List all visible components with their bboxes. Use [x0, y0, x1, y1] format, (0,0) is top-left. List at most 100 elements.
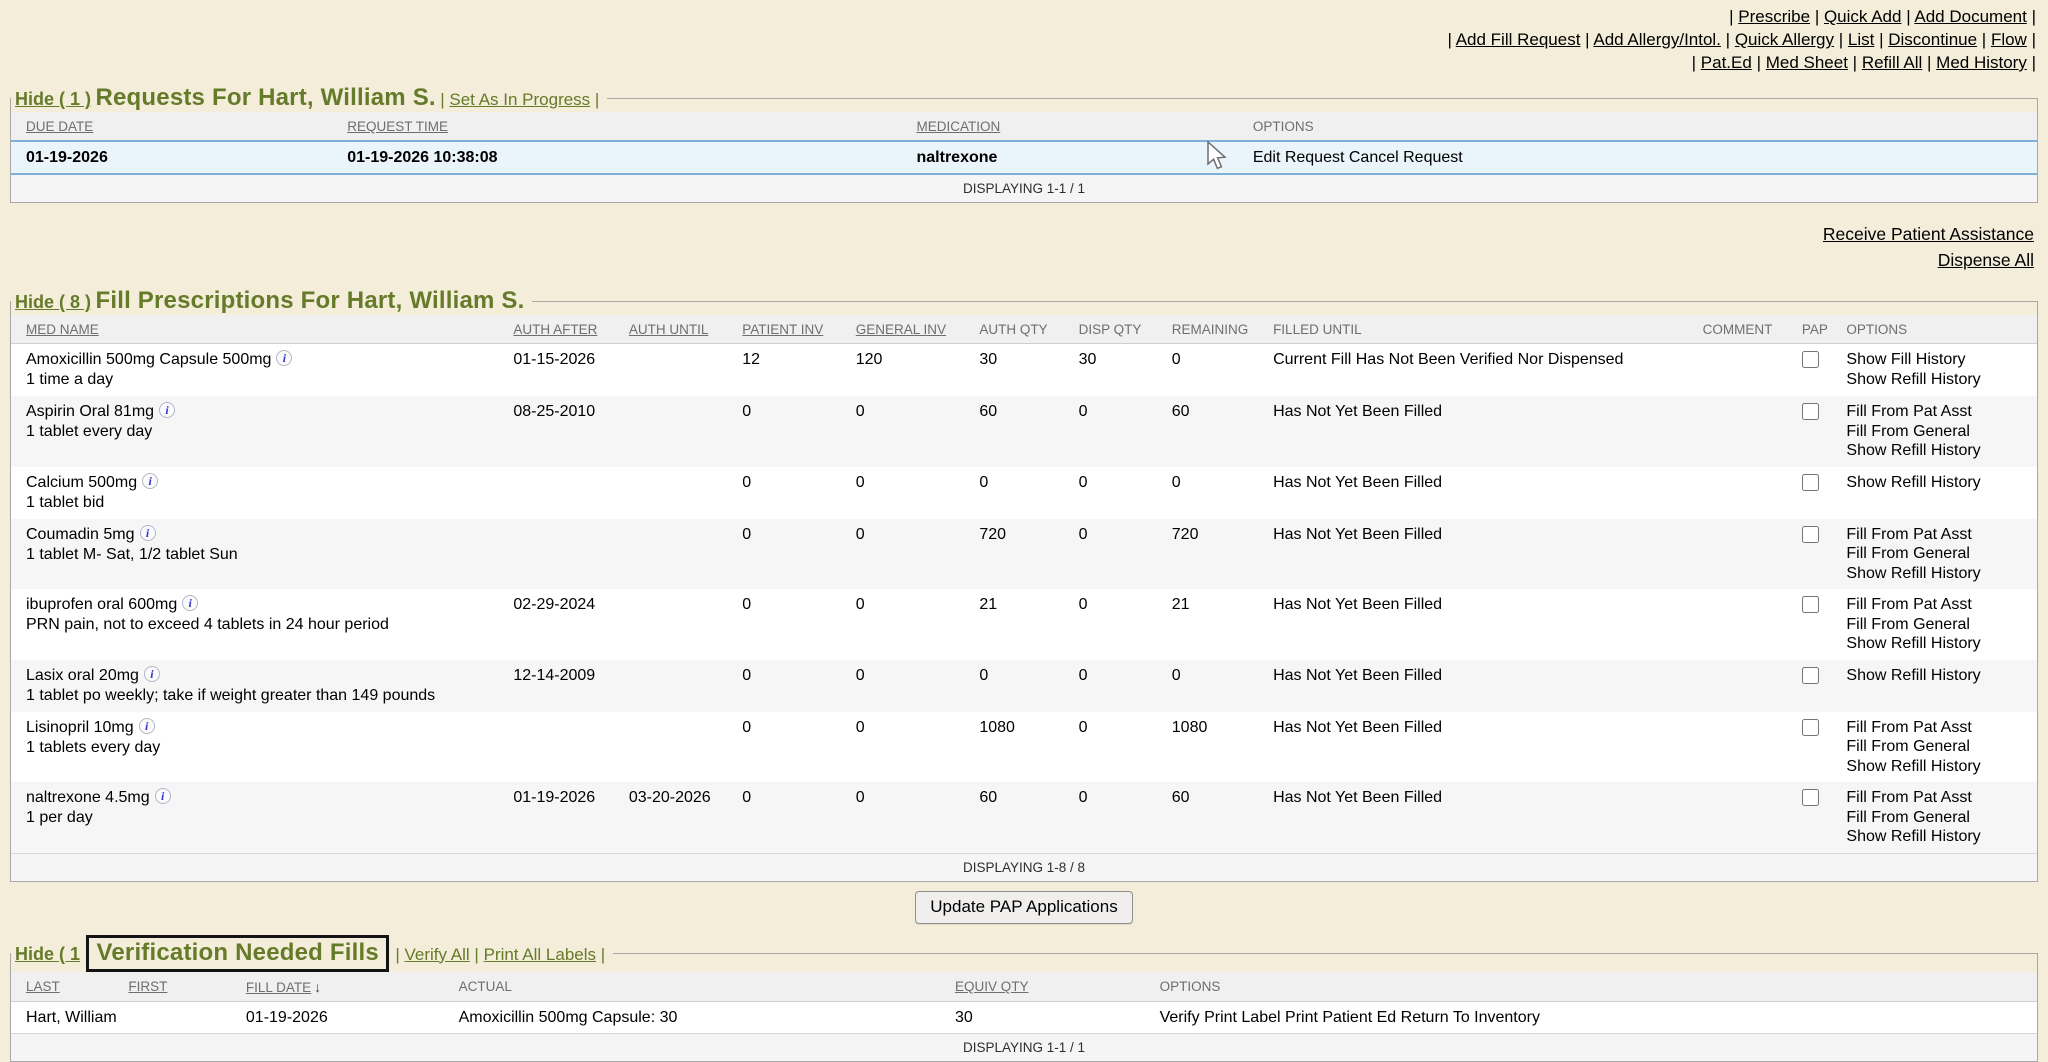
col-auth-after[interactable]: AUTH AFTER: [505, 315, 620, 344]
nav-add-document[interactable]: Add Document: [1914, 7, 2026, 26]
nav-prescribe[interactable]: Prescribe: [1738, 7, 1810, 26]
fill-options: Fill From Pat Asst Fill From General Sho…: [1838, 396, 2037, 467]
col-auth-qty: AUTH QTY: [971, 315, 1070, 344]
pap-checkbox[interactable]: [1802, 596, 1819, 613]
return-to-inventory-link[interactable]: Return To Inventory: [1401, 1009, 1540, 1026]
show-fill-history-link[interactable]: Show Fill History: [1846, 350, 2029, 370]
med-sig: PRN pain, not to exceed 4 tablets in 24 …: [26, 615, 497, 635]
fill-from-pat-asst-link[interactable]: Fill From Pat Asst: [1846, 718, 2029, 738]
pap-checkbox[interactable]: [1802, 719, 1819, 736]
info-icon[interactable]: i: [182, 595, 198, 611]
show-refill-history-link[interactable]: Show Refill History: [1846, 370, 2029, 390]
fill-from-general-link[interactable]: Fill From General: [1846, 422, 2029, 442]
update-pap-applications-button[interactable]: Update PAP Applications: [915, 891, 1132, 924]
print-all-labels-link[interactable]: Print All Labels: [484, 945, 596, 964]
fill-options: Show Refill History: [1838, 660, 2037, 712]
verify-all-link[interactable]: Verify All: [404, 945, 469, 964]
show-refill-history-link[interactable]: Show Refill History: [1846, 634, 2029, 654]
verification-section: Hide ( 1 Verification Needed Fills Verif…: [10, 935, 2038, 1062]
nav-quick-allergy[interactable]: Quick Allergy: [1735, 30, 1834, 49]
nav-list[interactable]: List: [1848, 30, 1874, 49]
receive-patient-assistance-link[interactable]: Receive Patient Assistance: [0, 221, 2034, 247]
filled-until: Current Fill Has Not Been Verified Nor D…: [1265, 344, 1695, 397]
nav-pat-ed[interactable]: Pat.Ed: [1701, 53, 1752, 72]
verify-link[interactable]: Verify: [1160, 1009, 1200, 1026]
info-icon[interactable]: i: [155, 788, 171, 804]
fill-options: Fill From Pat Asst Fill From General Sho…: [1838, 782, 2037, 853]
col-equiv-qty[interactable]: EQUIV QTY: [947, 972, 1152, 1002]
filled-until: Has Not Yet Been Filled: [1265, 396, 1695, 467]
pap-checkbox[interactable]: [1802, 403, 1819, 420]
print-label-link[interactable]: Print Label: [1204, 1009, 1281, 1026]
col-due-date[interactable]: DUE DATE: [11, 112, 339, 141]
pap-checkbox[interactable]: [1802, 789, 1819, 806]
set-as-in-progress-link[interactable]: Set As In Progress: [449, 90, 590, 109]
print-patient-ed-link[interactable]: Print Patient Ed: [1285, 1009, 1396, 1026]
pap-checkbox[interactable]: [1802, 351, 1819, 368]
info-icon[interactable]: i: [140, 525, 156, 541]
cancel-request-link[interactable]: Cancel Request: [1349, 149, 1463, 166]
requests-hide-link[interactable]: Hide ( 1 ): [15, 89, 91, 109]
fill-from-general-link[interactable]: Fill From General: [1846, 737, 2029, 757]
pap-checkbox[interactable]: [1802, 474, 1819, 491]
col-med-name[interactable]: MED NAME: [11, 315, 505, 344]
show-refill-history-link[interactable]: Show Refill History: [1846, 757, 2029, 777]
comment: [1695, 344, 1794, 397]
dispense-all-link[interactable]: Dispense All: [0, 247, 2034, 273]
col-fill-date[interactable]: FILL DATE↓: [238, 972, 451, 1002]
nav-flow[interactable]: Flow: [1991, 30, 2027, 49]
med-sig: 1 tablet every day: [26, 422, 497, 442]
info-icon[interactable]: i: [144, 666, 160, 682]
show-refill-history-link[interactable]: Show Refill History: [1846, 473, 2029, 493]
col-medication[interactable]: MEDICATION: [909, 112, 1245, 141]
patient-assistance-links: Receive Patient Assistance Dispense All: [0, 221, 2034, 273]
top-nav-row-1: Prescribe Quick Add Add Document: [0, 5, 2036, 28]
col-patient-inv[interactable]: PATIENT INV: [734, 315, 847, 344]
fill-options: Fill From Pat Asst Fill From General Sho…: [1838, 712, 2037, 783]
show-refill-history-link[interactable]: Show Refill History: [1846, 666, 2029, 686]
col-request-time[interactable]: REQUEST TIME: [339, 112, 908, 141]
fill-from-pat-asst-link[interactable]: Fill From Pat Asst: [1846, 788, 2029, 808]
fill-from-pat-asst-link[interactable]: Fill From Pat Asst: [1846, 525, 2029, 545]
info-icon[interactable]: i: [276, 350, 292, 366]
col-general-inv[interactable]: GENERAL INV: [848, 315, 972, 344]
med-name: Amoxicillin 500mg Capsule 500mg: [26, 351, 271, 368]
request-row[interactable]: 01-19-2026 01-19-2026 10:38:08 naltrexon…: [11, 141, 2037, 174]
med-name: Lasix oral 20mg: [26, 667, 139, 684]
nav-med-history[interactable]: Med History: [1936, 53, 2027, 72]
show-refill-history-link[interactable]: Show Refill History: [1846, 827, 2029, 847]
nav-quick-add[interactable]: Quick Add: [1824, 7, 1902, 26]
nav-refill-all[interactable]: Refill All: [1862, 53, 1922, 72]
nav-discontinue[interactable]: Discontinue: [1888, 30, 1977, 49]
pap-checkbox[interactable]: [1802, 526, 1819, 543]
show-refill-history-link[interactable]: Show Refill History: [1846, 441, 2029, 461]
col-auth-until[interactable]: AUTH UNTIL: [621, 315, 734, 344]
fill-from-general-link[interactable]: Fill From General: [1846, 615, 2029, 635]
comment: [1695, 660, 1794, 712]
med-sig: 1 per day: [26, 808, 497, 828]
show-refill-history-link[interactable]: Show Refill History: [1846, 564, 2029, 584]
nav-add-allergy-intol[interactable]: Add Allergy/Intol.: [1593, 30, 1721, 49]
info-icon[interactable]: i: [142, 473, 158, 489]
fill-from-pat-asst-link[interactable]: Fill From Pat Asst: [1846, 595, 2029, 615]
fills-hide-link[interactable]: Hide ( 8 ): [15, 292, 91, 312]
nav-med-sheet[interactable]: Med Sheet: [1766, 53, 1848, 72]
col-first[interactable]: FIRST: [120, 972, 238, 1002]
pap-checkbox[interactable]: [1802, 667, 1819, 684]
edit-request-link[interactable]: Edit Request: [1253, 149, 1345, 166]
fill-row-naltrexone: naltrexone 4.5mgi 1 per day 01-19-2026 0…: [11, 782, 2037, 853]
info-icon[interactable]: i: [139, 718, 155, 734]
filled-until: Has Not Yet Been Filled: [1265, 660, 1695, 712]
fill-from-general-link[interactable]: Fill From General: [1846, 808, 2029, 828]
col-last[interactable]: LAST: [11, 972, 120, 1002]
fill-from-general-link[interactable]: Fill From General: [1846, 544, 2029, 564]
sort-descending-icon: ↓: [314, 979, 321, 995]
fill-options: Fill From Pat Asst Fill From General Sho…: [1838, 519, 2037, 590]
col-comment: COMMENT: [1695, 315, 1794, 344]
info-icon[interactable]: i: [159, 402, 175, 418]
fill-from-pat-asst-link[interactable]: Fill From Pat Asst: [1846, 402, 2029, 422]
verification-hide-link[interactable]: Hide ( 1: [15, 944, 80, 964]
requests-table: DUE DATE REQUEST TIME MEDICATION OPTIONS…: [11, 112, 2037, 202]
col-remaining: REMAINING: [1164, 315, 1265, 344]
nav-add-fill-request[interactable]: Add Fill Request: [1456, 30, 1581, 49]
